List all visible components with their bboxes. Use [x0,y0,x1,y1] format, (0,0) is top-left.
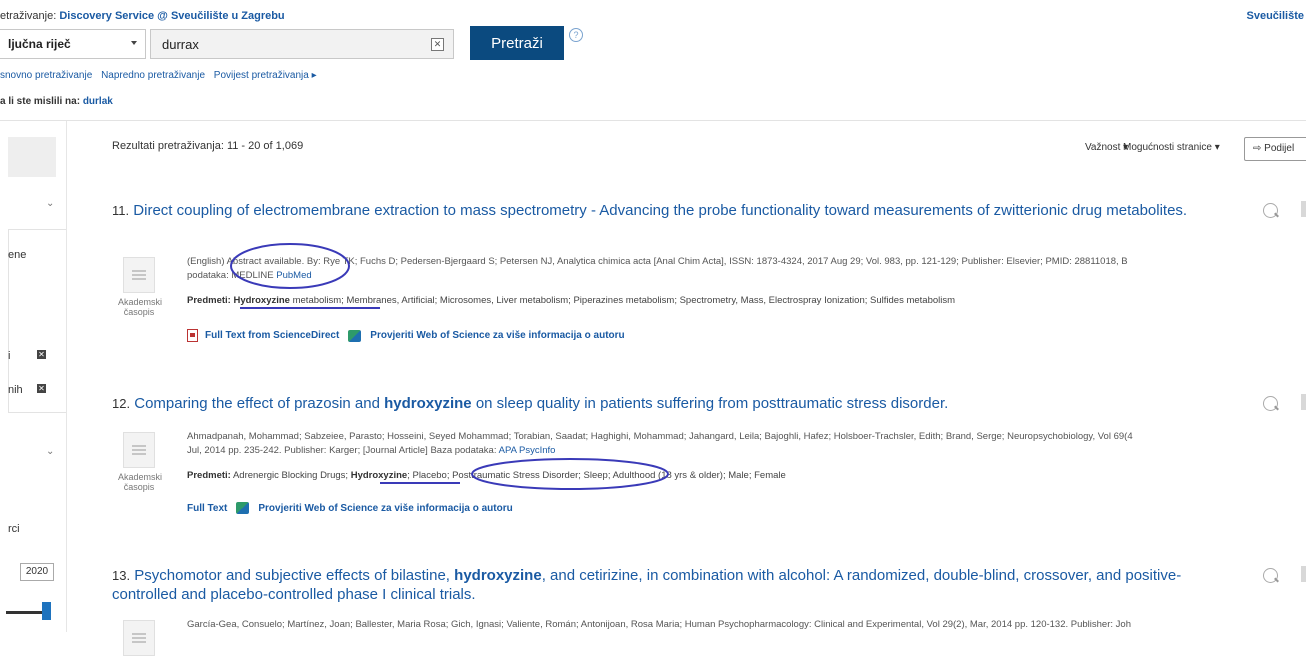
result-title-text[interactable]: Direct coupling of electromembrane extra… [133,202,1187,219]
result-meta-line: (English) Abstract available. By: Rye TK… [187,256,1128,267]
publication-type: Akademski časopis [118,432,163,492]
result-title-text[interactable]: Comparing the effect of prazosin and hyd… [134,395,948,412]
page-options-dropdown[interactable]: Mogućnosti stranice ▾ [1123,142,1220,153]
year-input[interactable]: 2020 [20,563,54,581]
sidebar-filter-item: i [8,350,11,362]
pdf-icon [187,329,198,342]
sidebar-filter-label: ene [8,249,27,261]
result-meta: (English) Abstract available. By: Rye TK… [187,255,1128,283]
search-field-label: ljučna riječ [8,37,71,51]
result-number: 13. [112,568,131,583]
sidebar-filter-label: rci [8,523,20,535]
search-box[interactable]: ✕ [150,29,454,59]
did-you-mean-label: a li ste mislili na: [0,96,81,107]
result-number: 11. [112,203,130,218]
date-slider-track[interactable] [6,611,42,614]
journal-icon [123,620,155,656]
result-title-text[interactable]: Psychomotor and subjective effects of bi… [112,567,1181,603]
searching-label: etraživanje: [0,10,57,22]
result-links: Full Text from ScienceDirect Provjeriti … [187,329,625,342]
web-of-science-link[interactable]: Provjeriti Web of Science za više inform… [258,503,512,514]
search-history-link[interactable]: Povijest pretraživanja ▸ [214,70,317,81]
result-subjects: Predmeti: Adrenergic Blocking Drugs; Hyd… [187,470,786,481]
help-icon[interactable]: ? [569,28,583,42]
result-item: 13. Psychomotor and subjective effects o… [112,566,1306,656]
publication-type-label: Akademski časopis [118,297,163,317]
web-of-science-icon [348,329,362,342]
basic-search-link[interactable]: snovno pretraživanje [0,70,92,81]
result-meta-line: García-Gea, Consuelo; Martínez, Joan; Ba… [187,619,1131,630]
add-to-folder-icon[interactable] [1301,566,1306,582]
database-name-link[interactable]: APA PsycInfo [499,445,556,456]
chevron-down-icon[interactable]: ⌄ [46,446,54,457]
result-title[interactable]: 11. Direct coupling of electromembrane e… [112,201,1306,220]
share-label: Podijel [1264,143,1295,154]
chevron-down-icon[interactable]: ⌄ [46,198,54,209]
subject-highlight[interactable]: Hydroxyzine [233,295,290,306]
result-links: Full Text Provjeriti Web of Science za v… [187,502,513,514]
search-button[interactable]: Pretraži [470,26,564,60]
publication-type-label: Akademski časopis [118,472,163,492]
did-you-mean-link[interactable]: durlak [83,96,113,107]
search-nav: snovno pretraživanje Napredno pretraživa… [0,70,323,81]
header-divider [0,120,1306,121]
publication-type: Akademski časopis [118,257,163,317]
subjects-list: metabolism; Membranes, Artificial; Micro… [289,295,956,306]
result-item: 12. Comparing the effect of prazosin and… [112,394,1306,524]
web-of-science-link[interactable]: Provjeriti Web of Science za više inform… [370,330,624,341]
left-sidebar: ⌄ ene i ✕ nih ✕ ⌄ rci 2020 [0,121,67,632]
journal-icon [123,432,155,468]
subjects-label: Predmeti: [187,470,231,481]
publication-type [118,620,160,656]
result-meta: García-Gea, Consuelo; Martínez, Joan; Ba… [187,618,1131,632]
sidebar-filter-item: nih [8,384,23,396]
result-subjects: Predmeti: Hydroxyzine metabolism; Membra… [187,295,955,306]
full-text-link[interactable]: Full Text [187,503,227,514]
result-meta-line: Ahmadpanah, Mohammad; Sabzeiee, Parasto;… [187,431,1133,442]
remove-filter-icon[interactable]: ✕ [37,350,46,359]
searching-in-line: etraživanje: Discovery Service @ Sveučil… [0,10,285,22]
web-of-science-icon [236,502,250,514]
result-meta-line: Jul, 2014 pp. 235-242. Publisher: Karger… [187,445,556,456]
journal-icon [123,257,155,293]
database-link[interactable]: Discovery Service @ Sveučilište u Zagreb… [59,10,284,22]
subject-highlight[interactable]: Hydroxyzine [351,470,408,481]
add-to-folder-icon[interactable] [1301,394,1306,410]
preview-icon[interactable] [1263,568,1278,583]
sidebar-panel-collapsed[interactable] [8,137,56,177]
sort-dropdown[interactable]: Važnost ▾ [1085,142,1128,153]
date-slider-handle[interactable] [42,602,51,620]
full-text-link[interactable]: Full Text from ScienceDirect [205,330,339,341]
result-item: 11. Direct coupling of electromembrane e… [112,201,1306,351]
subjects-list: Adrenergic Blocking Drugs; [230,470,351,481]
search-field-select[interactable]: ljučna riječ [0,29,146,59]
chevron-down-icon [131,41,137,45]
institution-link[interactable]: Sveučilište [1247,10,1304,22]
preview-icon[interactable] [1263,203,1278,218]
preview-icon[interactable] [1263,396,1278,411]
remove-filter-icon[interactable]: ✕ [37,384,46,393]
share-icon: ⇨ [1253,143,1265,154]
advanced-search-link[interactable]: Napredno pretraživanje [101,70,205,81]
search-input[interactable] [151,31,432,57]
subjects-list: ; Placebo; Posttraumatic Stress Disorder… [407,470,786,481]
did-you-mean: a li ste mislili na: durlak [0,96,113,107]
result-title[interactable]: 13. Psychomotor and subjective effects o… [112,566,1306,604]
result-meta-line: podataka: MEDLINE PubMed [187,270,312,281]
database-name-link[interactable]: PubMed [276,270,311,281]
result-number: 12. [112,396,131,411]
add-to-folder-icon[interactable] [1301,201,1306,217]
clear-icon[interactable]: ✕ [431,38,444,51]
result-meta: Ahmadpanah, Mohammad; Sabzeiee, Parasto;… [187,430,1133,458]
result-title[interactable]: 12. Comparing the effect of prazosin and… [112,394,1306,413]
share-button[interactable]: ⇨ Podijel [1244,137,1306,161]
results-summary: Rezultati pretraživanja: 11 - 20 of 1,06… [112,140,304,152]
subjects-label: Predmeti: [187,295,231,306]
